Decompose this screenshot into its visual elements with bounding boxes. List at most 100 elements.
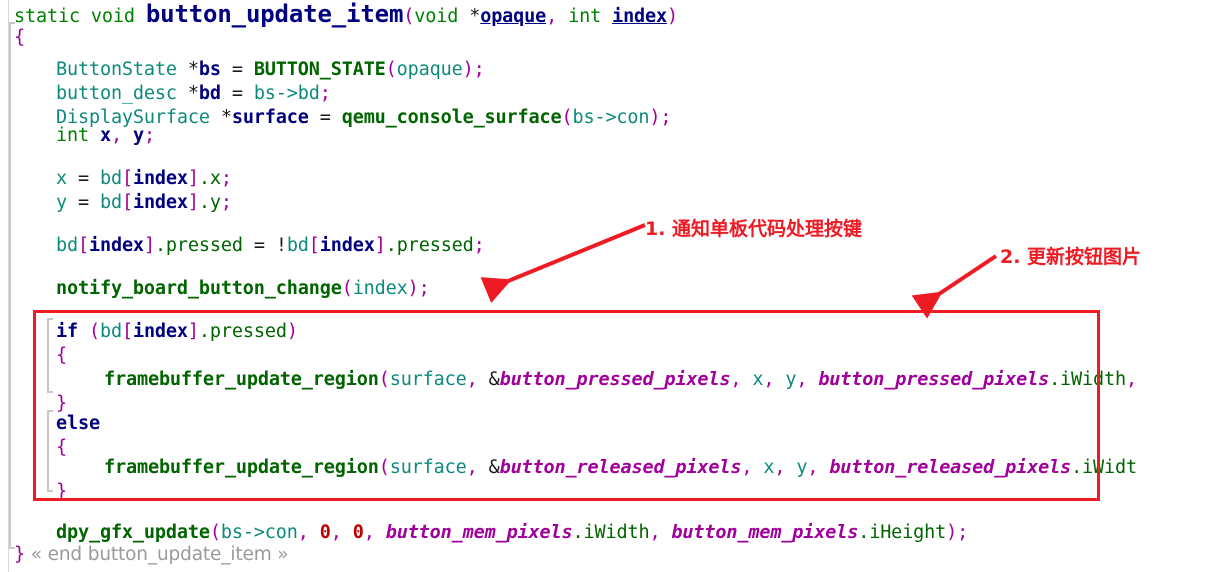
code-line-7[interactable]: x = bd[index].x; [56,167,232,191]
token-comma: , [546,6,569,27]
token-member: .x [198,168,221,189]
annotation-arrow-2 [911,254,998,319]
token-index: index [132,321,188,342]
token-member: .iHeight [858,522,947,543]
token-call: framebuffer_update_region [104,457,379,478]
token-ident: bd [56,235,78,256]
code-line-11[interactable]: if (bd[index].pressed) [56,320,298,344]
token-index: index [88,235,144,256]
code-line-15[interactable]: else [56,412,100,436]
token-ident: bd [99,321,122,342]
token-comma: , [1125,369,1137,390]
token-keyword-if: if [56,321,89,342]
token-bracket: [ [121,321,133,342]
fold-guide-function-body[interactable] [9,22,15,549]
token-keyword-else: else [56,413,100,434]
code-line-2[interactable]: { [14,26,25,50]
token-operator: = [220,83,254,104]
token-operator: & [488,369,500,390]
code-line-3[interactable]: ButtonState *bs = BUTTON_STATE(opaque); [56,58,485,82]
token-bracket: [ [121,192,133,213]
token-operator: = [77,192,100,213]
token-ident: bd [99,168,122,189]
token-arg: y [785,369,797,390]
token-keyword: void [414,6,470,27]
token-arg: y [796,457,808,478]
token-global-button-mem-pixels: button_mem_pixels [385,522,573,543]
token-global-button-pressed-pixels: button_pressed_pixels [499,369,731,390]
token-type: ButtonState [56,59,188,80]
code-line-19[interactable]: dpy_gfx_update(bs->con, 0, 0, button_mem… [56,521,968,545]
token-var-bd: bd [198,83,221,104]
token-paren: ( [378,369,390,390]
token-paren: ( [561,107,573,128]
screenshot-root: static void button_update_item(void *opa… [0,0,1229,572]
token-member: .y [198,192,221,213]
token-arg: x [752,369,764,390]
token-param-opaque: opaque [480,6,547,27]
token-keyword: static void [14,6,146,27]
token-comma: , [363,522,386,543]
code-line-8[interactable]: y = bd[index].y; [56,191,232,215]
token-index: index [319,235,375,256]
token-arg: bs->con [220,522,298,543]
token-paren: ) [667,6,679,27]
token-number: 0 [319,522,331,543]
token-paren: ); [946,522,969,543]
token-member: .iWidth [1049,369,1126,390]
token-semicolon: ; [143,125,155,146]
token-paren: ) [286,321,298,342]
code-line-17[interactable]: framebuffer_update_region(surface, &butt… [104,456,1137,480]
token-global-button-released-pixels: button_released_pixels [499,457,742,478]
token-comma: , [297,522,320,543]
fold-guide-else-block[interactable] [47,410,53,492]
code-line-9[interactable]: bd[index].pressed = !bd[index].pressed; [56,234,485,258]
code-line-12[interactable]: { [56,344,67,368]
token-paren: ( [88,321,100,342]
fold-guide-if-block[interactable] [47,318,53,393]
token-operator: = [308,107,342,128]
token-comma: , [330,522,353,543]
token-bracket: [ [308,235,320,256]
token-paren: ( [341,278,353,299]
token-bracket: ] [143,235,155,256]
token-var-x: x [99,125,111,146]
annotation-label-2: 2. 更新按钮图片 [1000,246,1142,268]
token-brace: { [56,437,67,458]
code-line-13[interactable]: framebuffer_update_region(surface, &butt… [104,368,1137,392]
code-line-10[interactable]: notify_board_button_change(index); [56,277,430,301]
token-arg: opaque [396,59,463,80]
token-keyword: int [568,6,613,27]
token-call: notify_board_button_change [56,278,342,299]
code-line-20[interactable]: } « end button_update_item » [14,543,289,567]
token-comma: , [110,125,133,146]
token-member: .pressed [198,321,287,342]
token-arg: surface [389,457,467,478]
token-paren: ); [649,107,672,128]
token-macro: BUTTON_STATE [253,59,386,80]
token-comma: , [807,457,830,478]
code-line-16[interactable]: { [56,436,67,460]
token-bracket: [ [77,235,89,256]
token-function-name: button_update_item [145,0,404,28]
token-operator: * [469,6,481,27]
token-paren: ( [209,522,221,543]
token-brace: } [14,544,25,565]
token-comma: , [763,369,786,390]
token-paren: ); [407,278,430,299]
code-line-18[interactable]: } [56,480,67,504]
token-member: .iWidth [572,522,650,543]
token-bracket: ] [374,235,386,256]
token-ident: bs->bd [253,83,320,104]
token-param-index: index [612,6,668,27]
token-brace: } [56,481,67,502]
code-line-6[interactable]: int x, y; [56,124,155,148]
code-line-4[interactable]: button_desc *bd = bs->bd; [56,82,331,106]
token-operator: * [187,59,199,80]
token-var-surface: surface [231,107,309,128]
annotation-arrow-1 [480,223,646,304]
token-bracket: ] [187,192,199,213]
token-comma: , [796,369,819,390]
token-comma: , [730,369,753,390]
code-line-1[interactable]: static void button_update_item(void *opa… [14,2,678,29]
